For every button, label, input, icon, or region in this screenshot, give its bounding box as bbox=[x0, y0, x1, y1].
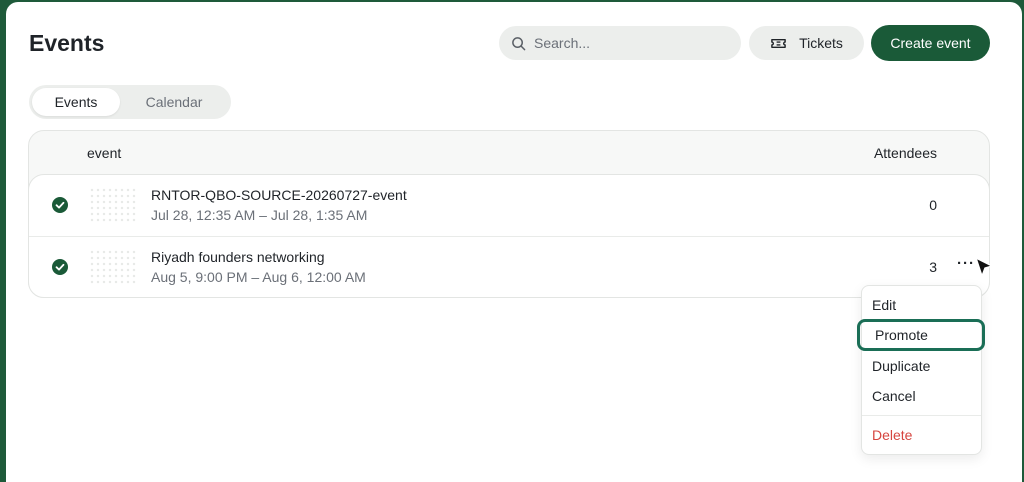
event-date: Jul 28, 12:35 AM – Jul 28, 1:35 AM bbox=[151, 207, 368, 223]
table-body: RNTOR-QBO-SOURCE-20260727-event Jul 28, … bbox=[28, 174, 990, 298]
column-header-event: event bbox=[87, 145, 122, 161]
tab-events[interactable]: Events bbox=[32, 88, 120, 116]
event-date: Aug 5, 9:00 PM – Aug 6, 12:00 AM bbox=[151, 269, 366, 285]
view-tabs: Events Calendar bbox=[29, 85, 231, 119]
menu-item-delete[interactable]: Delete bbox=[862, 421, 981, 449]
menu-divider bbox=[862, 415, 981, 416]
events-table: event Attendees RNTOR-QBO-SOURCE-2026072… bbox=[28, 130, 990, 298]
create-event-button[interactable]: Create event bbox=[871, 25, 990, 61]
column-header-attendees: Attendees bbox=[873, 145, 937, 161]
search-input[interactable] bbox=[534, 35, 724, 51]
menu-item-cancel[interactable]: Cancel bbox=[862, 382, 981, 410]
event-name: Riyadh founders networking bbox=[151, 249, 325, 265]
table-row[interactable]: Riyadh founders networking Aug 5, 9:00 P… bbox=[29, 236, 989, 297]
page-title: Events bbox=[29, 30, 105, 56]
table-row[interactable]: RNTOR-QBO-SOURCE-20260727-event Jul 28, … bbox=[29, 175, 989, 236]
more-options-button[interactable]: ··· bbox=[957, 256, 975, 271]
tab-calendar[interactable]: Calendar bbox=[120, 88, 228, 116]
tickets-button[interactable]: Tickets bbox=[749, 26, 864, 60]
tickets-button-label: Tickets bbox=[799, 35, 843, 51]
mouse-cursor-icon bbox=[975, 257, 993, 277]
row-context-menu: Edit Promote Duplicate Cancel Delete bbox=[857, 285, 985, 455]
event-name: RNTOR-QBO-SOURCE-20260727-event bbox=[151, 187, 407, 203]
menu-item-duplicate[interactable]: Duplicate bbox=[862, 352, 981, 380]
menu-item-edit[interactable]: Edit bbox=[862, 291, 981, 319]
app-window: Events Tickets Create event Events Calen… bbox=[6, 2, 1022, 482]
search-box[interactable] bbox=[499, 26, 741, 60]
menu-item-promote[interactable]: Promote bbox=[857, 319, 985, 351]
check-circle-icon bbox=[52, 259, 68, 275]
event-thumbnail bbox=[89, 187, 137, 223]
check-circle-icon bbox=[52, 197, 68, 213]
event-thumbnail bbox=[89, 249, 137, 285]
search-icon bbox=[512, 36, 526, 50]
attendee-count: 0 bbox=[929, 197, 937, 213]
ticket-icon bbox=[771, 38, 786, 48]
attendee-count: 3 bbox=[929, 259, 937, 275]
